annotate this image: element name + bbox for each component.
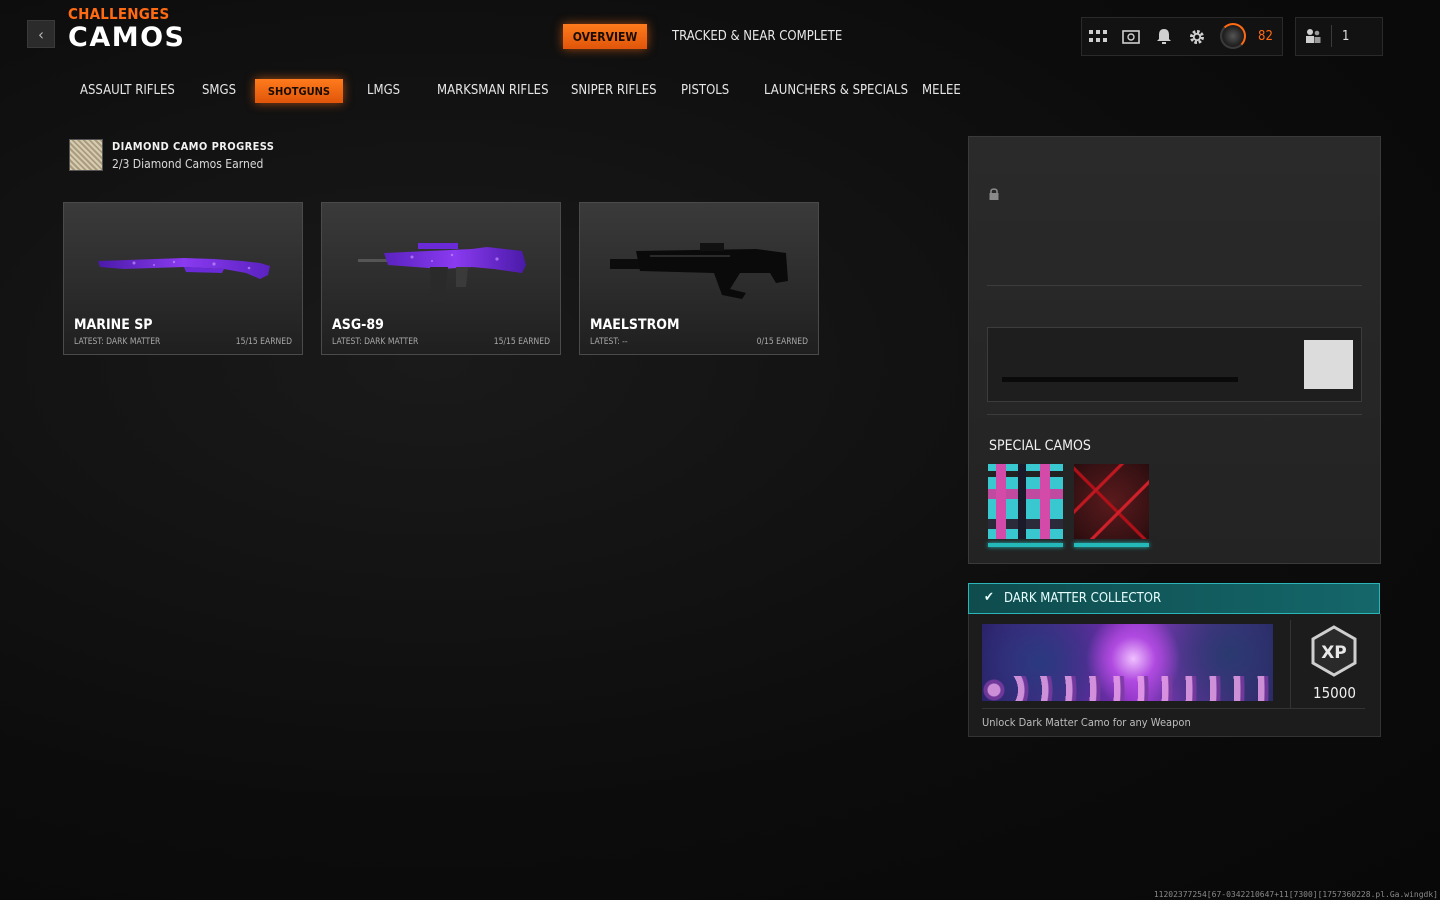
weapon-card-marine-sp[interactable]: MARINE SP LATEST: DARK MATTER 15/15 EARN… xyxy=(63,202,303,355)
check-icon: ✔ xyxy=(984,590,994,605)
diamond-progress-count: 2/3 Diamond Camos Earned xyxy=(112,157,264,171)
reward-divider xyxy=(1290,620,1291,708)
category-sniper-rifles[interactable]: SNIPER RIFLES xyxy=(571,83,657,98)
tab-tracked-near-complete[interactable]: TRACKED & NEAR COMPLETE xyxy=(672,29,842,44)
panel-divider xyxy=(987,414,1362,415)
diamond-progress-title: DIAMOND CAMO PROGRESS xyxy=(112,140,275,153)
player-level: 82 xyxy=(1258,29,1273,44)
weapon-latest-camo: LATEST: DARK MATTER xyxy=(74,337,161,347)
special-camo-digital[interactable] xyxy=(988,464,1063,539)
weapon-image-maelstrom xyxy=(610,243,788,299)
weapon-latest-camo: LATEST: DARK MATTER xyxy=(332,337,419,347)
special-camo-indicator xyxy=(1074,543,1149,547)
reward-description: Unlock Dark Matter Camo for any Weapon xyxy=(982,716,1191,729)
weapon-name: MARINE SP xyxy=(74,317,153,333)
page-title: CAMOS xyxy=(68,22,186,53)
special-camo-crimson[interactable] xyxy=(1074,464,1149,539)
category-lmgs[interactable]: LMGS xyxy=(367,83,400,98)
weapon-earned-count: 15/15 EARNED xyxy=(493,337,550,347)
back-button[interactable]: ‹ xyxy=(27,20,55,48)
build-id: 11202377254[67-0342210647+11[7300][17573… xyxy=(1153,890,1438,899)
special-camos-title: SPECIAL CAMOS xyxy=(989,438,1091,454)
party-count: 1 xyxy=(1342,29,1350,44)
party-separator xyxy=(1331,25,1332,47)
xp-icon: XP xyxy=(1310,625,1358,677)
category-marksman-rifles[interactable]: MARKSMAN RIFLES xyxy=(437,83,549,98)
diamond-camo-thumbnail xyxy=(69,139,103,171)
top-icon-bar xyxy=(1081,17,1283,56)
weapon-image-asg-89 xyxy=(358,243,526,301)
category-assault-rifles[interactable]: ASSAULT RIFLES xyxy=(80,83,175,98)
section-subtitle: CHALLENGES xyxy=(68,5,170,23)
profile-level-icon[interactable] xyxy=(1220,23,1246,49)
bell-icon[interactable] xyxy=(1153,26,1175,48)
camo-preview-swatch xyxy=(1304,340,1353,389)
category-pistols[interactable]: PISTOLS xyxy=(681,83,729,98)
weapon-name: MAELSTROM xyxy=(590,317,680,333)
reward-title: DARK MATTER COLLECTOR xyxy=(1004,591,1162,606)
category-launchers-specials[interactable]: LAUNCHERS & SPECIALS xyxy=(764,83,908,98)
weapon-earned-count: 15/15 EARNED xyxy=(235,337,292,347)
gear-icon[interactable] xyxy=(1186,26,1208,48)
challenges-icon[interactable] xyxy=(1120,26,1142,48)
category-smgs[interactable]: SMGS xyxy=(202,83,236,98)
reward-banner-skulls xyxy=(982,676,1273,701)
category-melee[interactable]: MELEE xyxy=(922,83,961,98)
panel-divider xyxy=(987,285,1362,286)
weapon-card-asg-89[interactable]: ASG-89 LATEST: DARK MATTER 15/15 EARNED xyxy=(321,202,561,355)
lock-icon xyxy=(988,187,1000,201)
weapon-image-marine-sp xyxy=(98,258,270,279)
category-shotguns[interactable]: SHOTGUNS xyxy=(255,79,343,103)
camo-progress-bar xyxy=(1002,377,1238,382)
weapon-name: ASG-89 xyxy=(332,317,384,333)
weapon-card-maelstrom[interactable]: MAELSTROM LATEST: -- 0/15 EARNED xyxy=(579,202,819,355)
weapon-earned-count: 0/15 EARNED xyxy=(756,337,808,347)
party-icon[interactable] xyxy=(1303,26,1323,46)
reward-xp-value: 15000 xyxy=(1313,684,1356,702)
tab-overview[interactable]: OVERVIEW xyxy=(563,24,647,49)
svg-text:XP: XP xyxy=(1321,643,1347,663)
grid-icon[interactable] xyxy=(1087,26,1109,48)
special-camo-indicator xyxy=(988,543,1063,547)
weapon-latest-camo: LATEST: -- xyxy=(590,337,628,347)
reward-divider xyxy=(982,708,1365,709)
